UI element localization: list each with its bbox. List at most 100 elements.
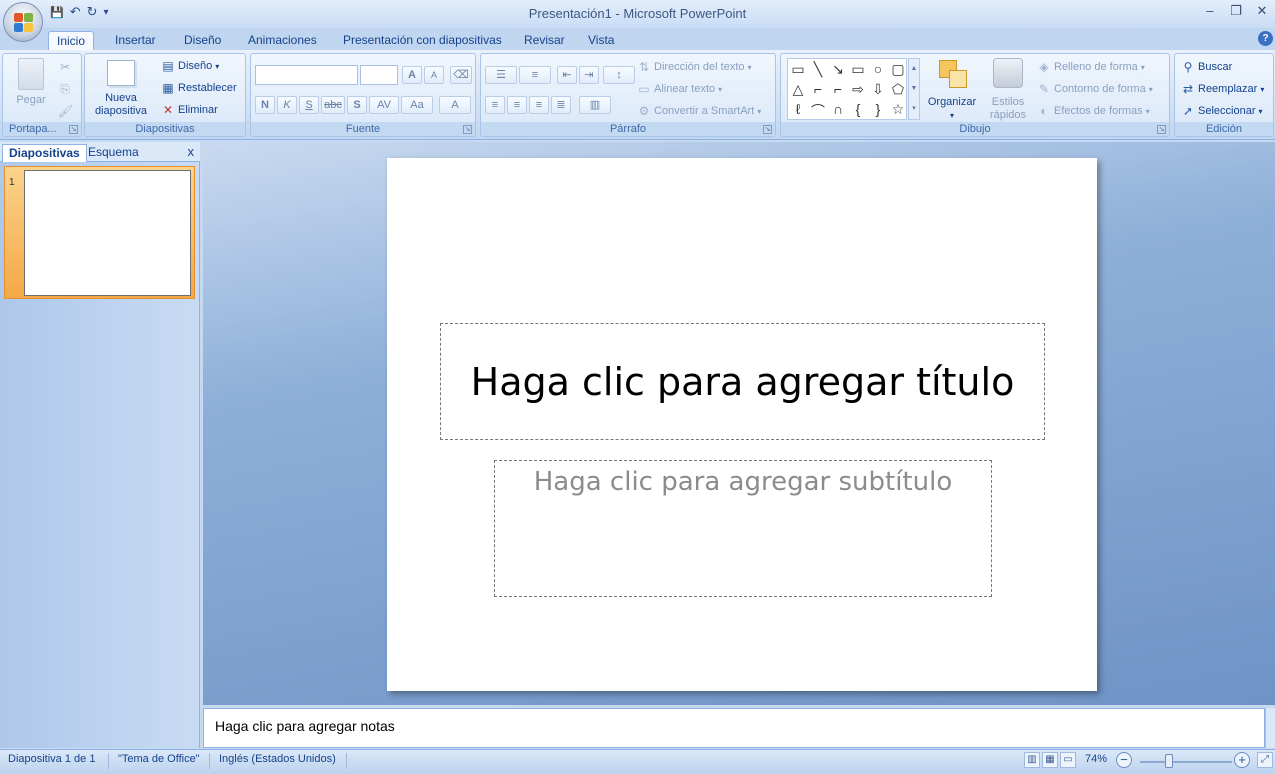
clipboard-launcher-icon[interactable]: ↘ (69, 125, 78, 134)
delete-slide-button[interactable]: ✕ Eliminar (161, 103, 218, 117)
text-direction-button[interactable]: ⇅ Dirección del texto ▾ (637, 60, 752, 74)
rectangle-shape-icon[interactable]: ▭ (848, 61, 868, 78)
align-right-icon[interactable]: ≡ (529, 96, 549, 114)
right-arrow-shape-icon[interactable]: ⇨ (848, 81, 868, 98)
replace-button[interactable]: ⇄ Reemplazar ▾ (1181, 82, 1264, 96)
slide-sorter-icon[interactable]: ▦ (1042, 752, 1058, 768)
arc-shape-icon[interactable]: ∩ (828, 101, 848, 117)
title-placeholder[interactable]: Haga clic para agregar título (440, 323, 1045, 440)
clear-format-icon[interactable]: ⌫ (450, 66, 472, 84)
tab-animaciones[interactable]: Animaciones (240, 31, 325, 50)
new-slide-button[interactable]: Nueva diapositiva (89, 60, 153, 118)
slide-thumbnail[interactable] (24, 170, 191, 296)
freeform-shape-icon[interactable]: ℓ (788, 101, 808, 117)
pentagon-shape-icon[interactable]: ⬠ (888, 81, 908, 98)
columns-icon[interactable]: ▥ (579, 96, 611, 114)
theme-name[interactable]: "Tema de Office" (118, 753, 200, 765)
tab-slides[interactable]: Diapositivas (2, 144, 87, 162)
change-case-button[interactable]: Aa (401, 96, 433, 114)
tab-diseno[interactable]: Diseño (176, 31, 229, 50)
align-left-icon[interactable]: ≡ (485, 96, 505, 114)
left-brace-shape-icon[interactable]: { (848, 101, 868, 117)
shape-effects-button[interactable]: ◐ Efectos de formas ▾ (1037, 104, 1150, 118)
copy-icon[interactable]: ⎘ (58, 82, 72, 96)
tab-insertar[interactable]: Insertar (107, 31, 164, 50)
font-name-input[interactable] (255, 65, 358, 85)
shape-fill-button[interactable]: ◈ Relleno de forma ▾ (1037, 60, 1145, 74)
select-button[interactable]: ➚ Seleccionar ▾ (1181, 104, 1263, 118)
shapes-scroll[interactable]: ▲▼▾ (908, 58, 920, 120)
underline-button[interactable]: S (299, 96, 319, 114)
reset-button[interactable]: ▦ Restablecer (161, 81, 237, 95)
slideshow-icon[interactable]: ▭ (1060, 752, 1076, 768)
elbow-arrow-shape-icon[interactable]: ⌐ (828, 81, 848, 97)
language-indicator[interactable]: Inglés (Estados Unidos) (219, 753, 336, 765)
star-shape-icon[interactable]: ☆ (888, 101, 908, 118)
restore-icon[interactable]: ❐ (1223, 3, 1249, 19)
drawing-launcher-icon[interactable]: ↘ (1157, 125, 1166, 134)
fit-to-window-icon[interactable]: ⤢ (1257, 752, 1273, 768)
shadow-button[interactable]: S (347, 96, 367, 114)
zoom-in-icon[interactable]: + (1234, 752, 1250, 768)
line-spacing-icon[interactable]: ↕ (603, 66, 635, 84)
tab-presentacion[interactable]: Presentación con diapositivas (335, 31, 510, 50)
bold-button[interactable]: N (255, 96, 275, 114)
down-arrow-shape-icon[interactable]: ⇩ (868, 81, 888, 98)
tab-revisar[interactable]: Revisar (516, 31, 573, 50)
slide-thumbnail-item[interactable]: 1 (4, 166, 195, 299)
bullets-icon[interactable]: ☰ (485, 66, 517, 84)
close-panel-icon[interactable]: x (188, 144, 195, 159)
align-center-icon[interactable]: ≡ (507, 96, 527, 114)
format-painter-icon[interactable]: 🖌 (58, 104, 72, 118)
font-size-input[interactable] (360, 65, 398, 85)
convert-smartart-button[interactable]: ⚙ Convertir a SmartArt ▾ (637, 104, 761, 118)
minimize-icon[interactable]: ‒ (1197, 3, 1223, 19)
paragraph-launcher-icon[interactable]: ↘ (763, 125, 772, 134)
shrink-font-button[interactable]: A (424, 66, 444, 84)
zoom-level[interactable]: 74% (1085, 753, 1107, 765)
close-icon[interactable]: ✕ (1249, 3, 1275, 19)
arrow-line-shape-icon[interactable]: ↘ (828, 61, 848, 78)
italic-button[interactable]: K (277, 96, 297, 114)
right-brace-shape-icon[interactable]: } (868, 101, 888, 117)
shape-outline-button[interactable]: ✎ Contorno de forma ▾ (1037, 82, 1153, 96)
office-button[interactable] (3, 2, 43, 42)
tab-inicio[interactable]: Inicio (48, 31, 94, 50)
grow-font-button[interactable]: A (402, 66, 422, 84)
numbering-icon[interactable]: ≡ (519, 66, 551, 84)
shapes-gallery[interactable]: ▭ ╲ ↘ ▭ ○ ▢ △ ⌐ ⌐ ⇨ ⇩ ⬠ ℓ ⌒ ∩ { } ☆ (787, 58, 907, 120)
triangle-shape-icon[interactable]: △ (788, 81, 808, 98)
font-launcher-icon[interactable]: ↘ (463, 125, 472, 134)
rounded-rect-shape-icon[interactable]: ▢ (888, 61, 908, 78)
normal-view-icon[interactable]: ▥ (1024, 752, 1040, 768)
textbox-shape-icon[interactable]: ▭ (788, 61, 808, 78)
zoom-slider[interactable] (1140, 761, 1232, 763)
layout-button[interactable]: ▤ Diseño ▾ (161, 59, 219, 73)
font-color-button[interactable]: A (439, 96, 471, 114)
increase-indent-icon[interactable]: ⇥ (579, 66, 599, 84)
tab-outline[interactable]: Esquema (82, 144, 145, 162)
slide-canvas[interactable]: Haga clic para agregar título Haga clic … (387, 158, 1097, 691)
justify-icon[interactable]: ≣ (551, 96, 571, 114)
char-spacing-button[interactable]: AV (369, 96, 399, 114)
tab-vista[interactable]: Vista (580, 31, 622, 50)
elbow-connector-shape-icon[interactable]: ⌐ (808, 81, 828, 97)
help-icon[interactable]: ? (1258, 31, 1273, 46)
subtitle-placeholder[interactable]: Haga clic para agregar subtítulo (494, 460, 992, 597)
oval-shape-icon[interactable]: ○ (868, 61, 888, 77)
strikethrough-button[interactable]: abc (321, 96, 345, 114)
align-text-button[interactable]: ▭ Alinear texto ▾ (637, 82, 722, 96)
arrange-button[interactable]: Organizar ▾ (923, 58, 981, 122)
notes-pane[interactable]: Haga clic para agregar notas (203, 708, 1265, 748)
zoom-slider-handle[interactable] (1165, 754, 1173, 768)
zoom-out-icon[interactable]: − (1116, 752, 1132, 768)
notes-placeholder[interactable]: Haga clic para agregar notas (215, 718, 395, 734)
notes-scrollbar[interactable] (1265, 708, 1275, 748)
curve-shape-icon[interactable]: ⌒ (808, 101, 828, 121)
decrease-indent-icon[interactable]: ⇤ (557, 66, 577, 84)
find-button[interactable]: ⚲ Buscar (1181, 60, 1232, 74)
cut-icon[interactable]: ✂ (58, 60, 72, 74)
line-shape-icon[interactable]: ╲ (808, 61, 828, 78)
quick-styles-button[interactable]: Estilos rápidos (983, 58, 1033, 122)
paste-button[interactable]: Pegar (7, 58, 55, 107)
